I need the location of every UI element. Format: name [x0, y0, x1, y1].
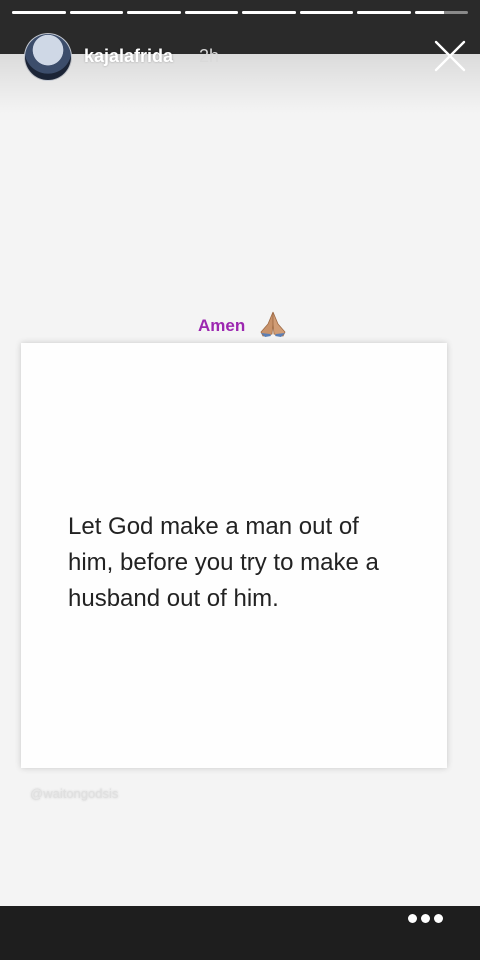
story-progress-fill	[299, 11, 353, 14]
story-progress-fill	[12, 11, 66, 14]
story-progress-segment	[69, 11, 123, 14]
username[interactable]: kajalafrida	[84, 46, 173, 67]
story-progress-segment	[127, 11, 181, 14]
story-progress-fill	[184, 11, 238, 14]
more-dot	[434, 913, 443, 923]
more-icon[interactable]	[408, 910, 444, 926]
story-progress-segment	[184, 11, 238, 14]
header-gradient	[0, 54, 480, 114]
story-progress-segment	[12, 11, 66, 14]
quote-text: Let God make a man out of him, before yo…	[68, 513, 379, 612]
more-dot	[408, 913, 417, 923]
story-progress-bar	[12, 11, 468, 14]
story-progress-fill	[357, 11, 411, 14]
close-icon[interactable]	[434, 40, 466, 72]
avatar[interactable]	[24, 33, 72, 81]
story-progress-segment	[414, 11, 468, 14]
story-progress-fill	[242, 11, 296, 14]
top-bar	[0, 0, 480, 54]
story-progress-segment	[242, 11, 296, 14]
timestamp: 2h	[199, 46, 220, 66]
story-progress-fill	[414, 11, 444, 14]
story-progress-fill	[127, 11, 181, 14]
story-viewer: kajalafrida 2h Amen Let God make a man o…	[0, 0, 480, 960]
story-progress-fill	[69, 11, 123, 14]
story-progress-segment	[299, 11, 353, 14]
praying-hands-emoji	[257, 310, 289, 338]
story-progress-segment	[357, 11, 411, 14]
quote-card: Let God make a man out of him, before yo…	[21, 343, 447, 768]
more-dot	[421, 913, 430, 923]
watermark: @waitongodsis	[30, 786, 119, 801]
caption-text: Amen	[198, 316, 246, 335]
